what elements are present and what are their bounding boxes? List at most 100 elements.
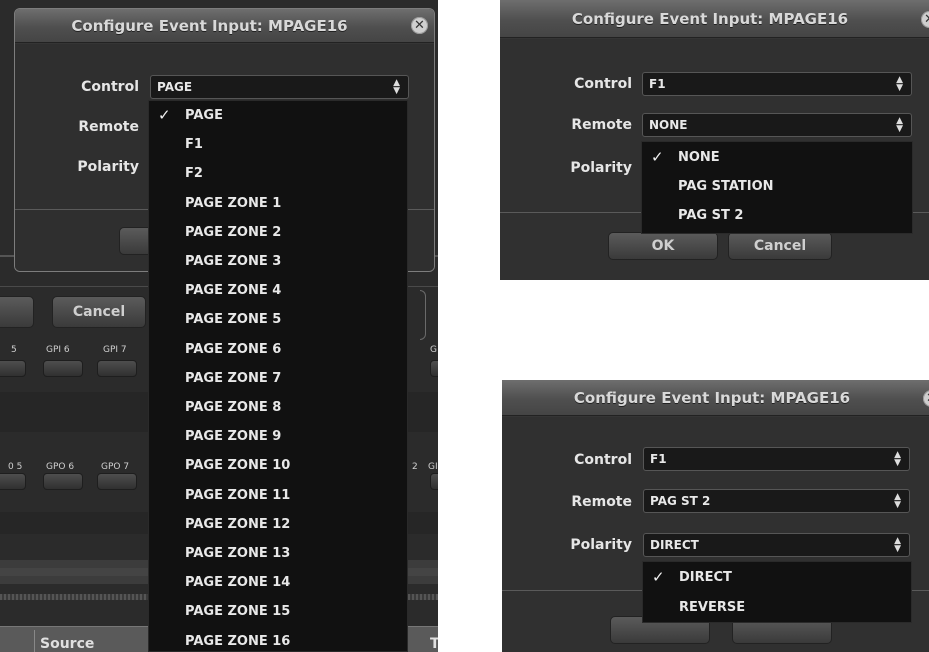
dialog-titlebar[interactable]: Configure Event Input: MPAGE16 ✕ <box>502 380 929 416</box>
gpo-button[interactable] <box>430 473 438 490</box>
dropdown-option[interactable]: PAGE ZONE 15 <box>149 597 407 626</box>
configure-event-dialog: Configure Event Input: MPAGE16 ✕ Control… <box>500 0 929 280</box>
dropdown-option-label: PAGE ZONE 2 <box>185 224 282 240</box>
gpi-button[interactable] <box>97 360 137 377</box>
dropdown-option[interactable]: PAGE ZONE 4 <box>149 276 407 305</box>
dropdown-option[interactable]: PAGE ZONE 9 <box>149 422 407 451</box>
dropdown-option[interactable]: REVERSE <box>643 593 911 622</box>
dropdown-option[interactable]: PAGE ZONE 7 <box>149 364 407 393</box>
ok-button-background-partial[interactable] <box>0 296 34 328</box>
dropdown-option-label: DIRECT <box>679 570 732 585</box>
gpi-label: GPI 6 <box>46 345 70 355</box>
select-arrows-icon: ▲ ▼ <box>894 492 901 510</box>
dropdown-option-label: PAG ST 2 <box>678 208 744 223</box>
gpi-button[interactable] <box>430 360 438 377</box>
polarity-select-value: DIRECT <box>650 538 699 552</box>
close-icon[interactable]: ✕ <box>921 11 929 28</box>
gpi-button[interactable] <box>0 360 26 377</box>
column-header-partial: T <box>430 636 438 652</box>
control-select[interactable]: F1 ▲ ▼ <box>643 447 910 471</box>
dropdown-option[interactable]: ✓ DIRECT <box>643 563 911 592</box>
dropdown-option[interactable]: PAGE ZONE 13 <box>149 539 407 568</box>
dropdown-option[interactable]: PAGE ZONE 2 <box>149 218 407 247</box>
dropdown-option-label: PAGE ZONE 5 <box>185 312 282 328</box>
bottom-right-screenshot-panel: Configure Event Input: MPAGE16 ✕ Control… <box>502 380 929 652</box>
select-arrows-icon: ▲ ▼ <box>894 450 901 468</box>
cancel-button-background[interactable]: Cancel <box>52 296 146 328</box>
dropdown-option-label: PAGE <box>185 108 223 123</box>
gpo-button[interactable] <box>43 473 83 490</box>
remote-select[interactable]: NONE ▲ ▼ <box>642 113 912 137</box>
dropdown-option[interactable]: PAGE ZONE 6 <box>149 335 407 364</box>
dropdown-option-label: PAGE ZONE 7 <box>185 370 282 386</box>
control-dropdown-menu: ✓ PAGE F1 F2 PAGE ZONE 1 PAGE ZONE 2 PAGE ZONE… <box>148 100 408 652</box>
dropdown-option[interactable]: PAGE ZONE 12 <box>149 510 407 539</box>
dropdown-option-label: NONE <box>678 150 720 165</box>
dropdown-option[interactable]: PAGE ZONE 14 <box>149 568 407 597</box>
dropdown-option-label: F1 <box>185 137 203 153</box>
control-label: Control <box>81 79 139 95</box>
dropdown-option[interactable]: PAGE ZONE 8 <box>149 393 407 422</box>
remote-select[interactable]: PAG ST 2 ▲ ▼ <box>643 489 910 513</box>
close-icon[interactable]: ✕ <box>923 390 929 407</box>
gpi-label: GPI 7 <box>103 345 127 355</box>
dialog-title: Configure Event Input: MPAGE16 <box>571 10 849 28</box>
dropdown-option[interactable]: PAG ST 2 <box>642 201 912 230</box>
close-icon[interactable]: ✕ <box>411 17 428 34</box>
control-select[interactable]: F1 ▲ ▼ <box>642 72 912 96</box>
gpo-label: 2 <box>412 462 418 472</box>
control-select[interactable]: PAGE ▲ ▼ <box>150 75 409 99</box>
dropdown-option-label: PAGE ZONE 15 <box>185 604 291 620</box>
dropdown-option[interactable]: ✓ NONE <box>642 143 912 172</box>
dropdown-option[interactable]: PAGE ZONE 3 <box>149 247 407 276</box>
source-column-header[interactable]: Source <box>40 636 94 652</box>
dropdown-option-label: PAGE ZONE 16 <box>185 633 291 649</box>
polarity-select[interactable]: DIRECT ▲ ▼ <box>643 533 910 557</box>
gpi-button[interactable] <box>43 360 83 377</box>
gpo-button[interactable] <box>0 473 26 490</box>
gpo-label: GPO 6 <box>46 462 75 472</box>
gpo-label: GI <box>428 462 438 472</box>
top-right-screenshot-panel: Configure Event Input: MPAGE16 ✕ Control… <box>500 0 929 280</box>
dropdown-option[interactable]: PAGE ZONE 10 <box>149 451 407 480</box>
dropdown-option[interactable]: F1 <box>149 130 407 159</box>
dropdown-option[interactable]: ✓ PAGE <box>149 101 407 130</box>
cancel-button[interactable]: Cancel <box>728 232 832 260</box>
left-screenshot-panel: Cancel 5 GPI 6 GPI 7 G 0 5 GPO 6 GPO 7 2… <box>0 0 438 652</box>
control-label: Control <box>574 76 632 92</box>
dropdown-option-label: PAGE ZONE 4 <box>185 283 282 299</box>
dialog-titlebar[interactable]: Configure Event Input: MPAGE16 ✕ <box>500 0 929 38</box>
dropdown-option[interactable]: PAGE ZONE 5 <box>149 305 407 334</box>
dropdown-option[interactable]: PAGE ZONE 11 <box>149 481 407 510</box>
remote-select-value: NONE <box>649 118 688 132</box>
dropdown-option[interactable]: PAG STATION <box>642 172 912 201</box>
gpi-label: 5 <box>11 345 17 355</box>
dialog-titlebar[interactable]: Configure Event Input: MPAGE16 ✕ <box>15 9 434 43</box>
control-select-value: F1 <box>649 77 666 91</box>
gpo-button[interactable] <box>97 473 137 490</box>
dropdown-option-label: PAGE ZONE 14 <box>185 575 291 591</box>
checkmark-icon: ✓ <box>158 106 171 124</box>
gpo-label: 0 5 <box>8 462 23 472</box>
remote-select-value: PAG ST 2 <box>650 494 711 508</box>
gpo-label: GPO 7 <box>101 462 130 472</box>
select-arrows-icon: ▲ ▼ <box>896 116 903 134</box>
dropdown-option-label: PAGE ZONE 11 <box>185 487 291 503</box>
dropdown-option-label: PAGE ZONE 9 <box>185 429 282 445</box>
dropdown-option[interactable]: F2 <box>149 159 407 188</box>
dropdown-option-label: PAGE ZONE 6 <box>185 341 282 357</box>
remote-label: Remote <box>571 117 632 133</box>
ok-button[interactable]: OK <box>608 232 718 260</box>
dialog-title: Configure Event Input: MPAGE16 <box>71 17 348 35</box>
dropdown-option[interactable]: PAGE ZONE 16 <box>149 627 407 652</box>
dropdown-option-label: PAG STATION <box>678 179 774 194</box>
remote-label: Remote <box>78 119 139 135</box>
dropdown-option[interactable]: PAGE ZONE 1 <box>149 189 407 218</box>
remote-dropdown-menu: ✓ NONE PAG STATION PAG ST 2 <box>641 141 913 234</box>
select-arrows-icon: ▲ ▼ <box>896 75 903 93</box>
dropdown-option-label: PAGE ZONE 3 <box>185 254 282 269</box>
dialog-title: Configure Event Input: MPAGE16 <box>573 389 851 407</box>
dropdown-option-label: REVERSE <box>679 600 746 615</box>
dropdown-option-label: F2 <box>185 166 203 182</box>
dropdown-option-label: PAGE ZONE 10 <box>185 458 291 474</box>
